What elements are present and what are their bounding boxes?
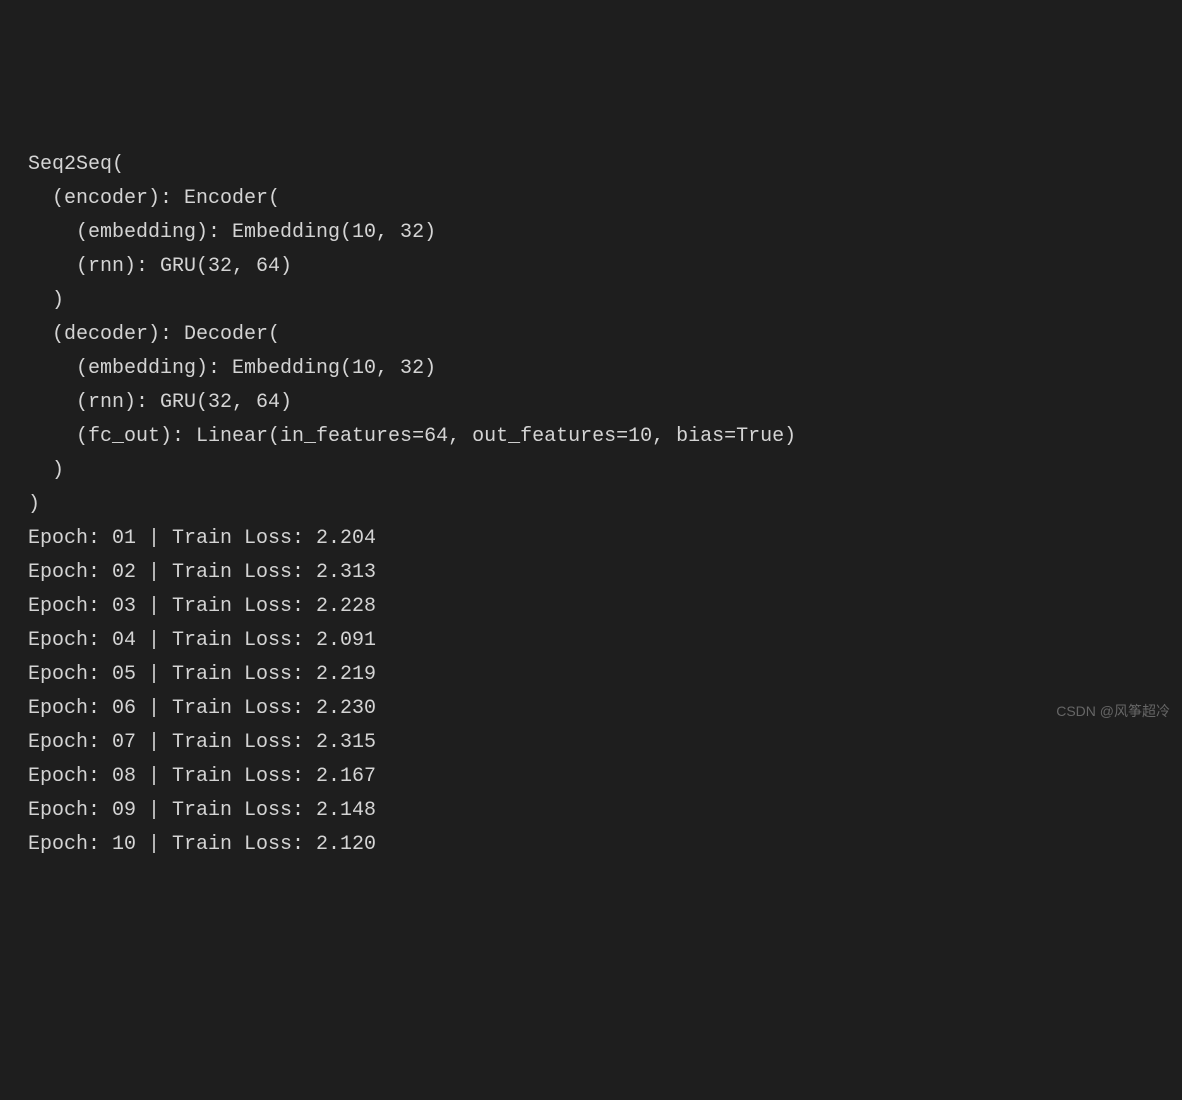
- model-line: (rnn): GRU(32, 64): [28, 386, 1154, 420]
- model-line: (embedding): Embedding(10, 32): [28, 216, 1154, 250]
- epoch-line: Epoch: 08 | Train Loss: 2.167: [28, 760, 1154, 794]
- epoch-line: Epoch: 09 | Train Loss: 2.148: [28, 794, 1154, 828]
- epoch-line: Epoch: 05 | Train Loss: 2.219: [28, 658, 1154, 692]
- model-line: (decoder): Decoder(: [28, 318, 1154, 352]
- epoch-line: Epoch: 07 | Train Loss: 2.315: [28, 726, 1154, 760]
- model-line: (rnn): GRU(32, 64): [28, 250, 1154, 284]
- epoch-line: Epoch: 01 | Train Loss: 2.204: [28, 522, 1154, 556]
- model-line: (encoder): Encoder(: [28, 182, 1154, 216]
- epoch-line: Epoch: 03 | Train Loss: 2.228: [28, 590, 1154, 624]
- epoch-line: Epoch: 10 | Train Loss: 2.120: [28, 828, 1154, 862]
- console-output: Seq2Seq( (encoder): Encoder( (embedding)…: [28, 148, 1154, 862]
- epoch-line: Epoch: 04 | Train Loss: 2.091: [28, 624, 1154, 658]
- epoch-line: Epoch: 02 | Train Loss: 2.313: [28, 556, 1154, 590]
- watermark-text: CSDN @风筝超冷: [1056, 700, 1170, 724]
- model-line: ): [28, 488, 1154, 522]
- model-line: ): [28, 284, 1154, 318]
- model-line: Seq2Seq(: [28, 148, 1154, 182]
- model-line: (embedding): Embedding(10, 32): [28, 352, 1154, 386]
- model-line: (fc_out): Linear(in_features=64, out_fea…: [28, 420, 1154, 454]
- model-line: ): [28, 454, 1154, 488]
- epoch-line: Epoch: 06 | Train Loss: 2.230: [28, 692, 1154, 726]
